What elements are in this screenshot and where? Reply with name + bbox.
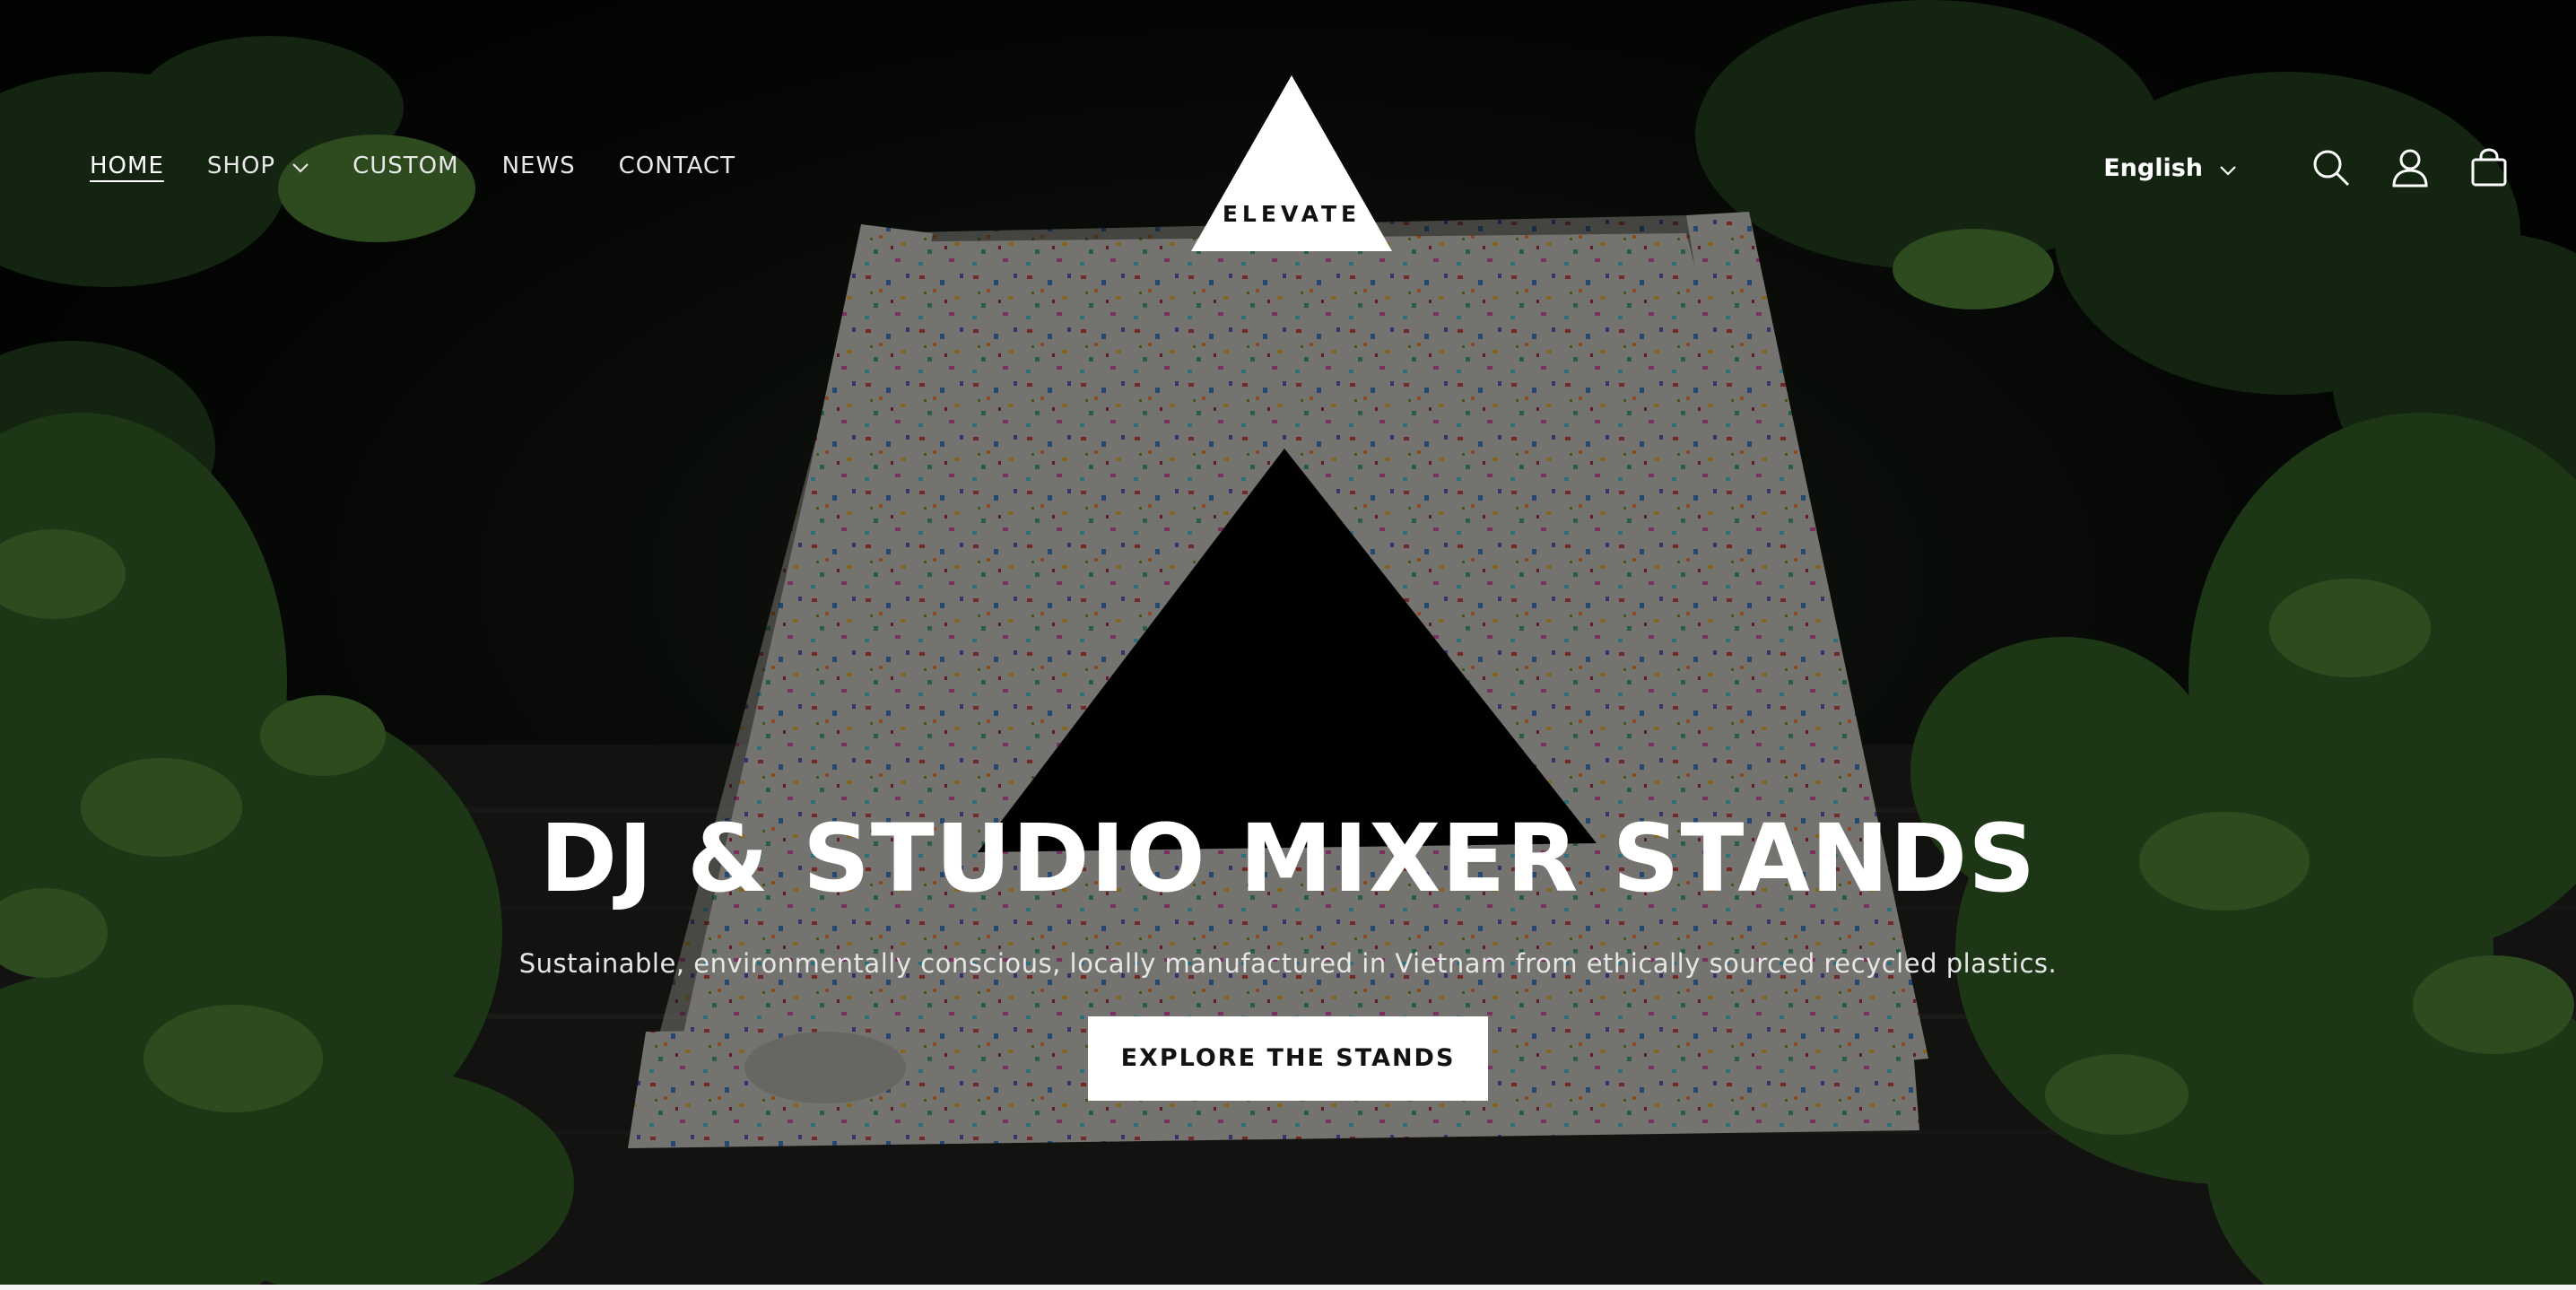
nav-contact[interactable]: CONTACT xyxy=(619,153,735,179)
chevron-down-icon xyxy=(292,153,309,179)
cart-icon[interactable] xyxy=(2465,144,2513,192)
site-header: HOME SHOP CUSTOM NEWS CONTACT ELEVATE En… xyxy=(0,0,2576,269)
nav-news[interactable]: NEWS xyxy=(502,153,576,179)
language-label: English xyxy=(2103,153,2203,182)
header-utilities: English xyxy=(2103,144,2513,192)
main-nav: HOME SHOP CUSTOM NEWS CONTACT xyxy=(90,153,779,179)
nav-custom[interactable]: CUSTOM xyxy=(352,153,458,179)
nav-shop-label: SHOP xyxy=(206,153,276,179)
chevron-down-icon xyxy=(2219,154,2237,182)
hero-banner: HOME SHOP CUSTOM NEWS CONTACT ELEVATE En… xyxy=(0,0,2576,1290)
elevate-logo[interactable]: ELEVATE xyxy=(1189,74,1394,253)
nav-shop[interactable]: SHOP xyxy=(207,153,309,179)
nav-home[interactable]: HOME xyxy=(90,153,164,179)
account-icon[interactable] xyxy=(2386,144,2434,192)
hero-content: DJ & STUDIO MIXER STANDS Sustainable, en… xyxy=(0,812,2576,1101)
bottom-edge xyxy=(0,1285,2576,1290)
logo-text: ELEVATE xyxy=(1222,201,1362,227)
search-icon[interactable] xyxy=(2307,144,2355,192)
explore-stands-button[interactable]: EXPLORE THE STANDS xyxy=(1088,1016,1488,1101)
hero-subtitle: Sustainable, environmentally conscious, … xyxy=(518,948,2058,979)
language-selector[interactable]: English xyxy=(2103,154,2237,182)
hero-title: DJ & STUDIO MIXER STANDS xyxy=(539,804,2037,913)
